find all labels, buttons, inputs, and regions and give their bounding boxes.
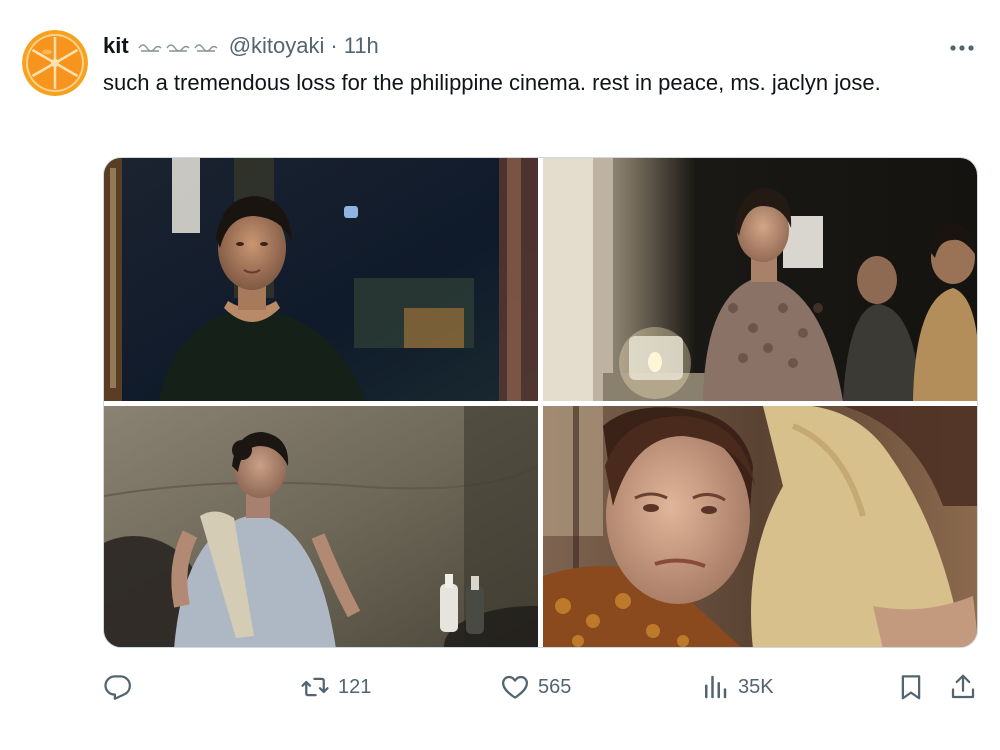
views-icon: [705, 675, 727, 699]
avatar[interactable]: [22, 30, 88, 96]
separator-dot: ·: [330, 33, 338, 58]
views-count: 35K: [738, 675, 774, 698]
reply-icon: [104, 675, 131, 700]
bookmark-button[interactable]: [896, 667, 926, 707]
like-count: 565: [538, 675, 572, 698]
tweet-text: such a tremendous loss for the philippin…: [103, 70, 881, 95]
share-icon: [951, 674, 975, 699]
photo-1[interactable]: [104, 158, 538, 401]
film-still-woman-candle-group-icon: [543, 158, 977, 401]
more-options-button[interactable]: [942, 34, 982, 62]
display-name[interactable]: kit: [103, 33, 129, 59]
heart-icon: [502, 675, 528, 699]
bookmark-icon: [901, 675, 921, 700]
photo-3[interactable]: [104, 406, 538, 647]
film-still-woman-night-street-icon: [104, 158, 538, 401]
timestamp[interactable]: 11h: [344, 33, 379, 59]
film-still-woman-embrace-icon: [543, 406, 977, 647]
retweet-icon: [301, 677, 329, 697]
media-grid: [103, 157, 978, 648]
film-still-woman-apron-room-icon: [104, 406, 538, 647]
photo-2[interactable]: [543, 158, 977, 401]
more-dots-icon: [950, 45, 974, 51]
wave-flourish-icon: [137, 36, 219, 56]
like-button[interactable]: 565: [500, 667, 571, 707]
author-handle[interactable]: @kitoyaki: [229, 33, 325, 59]
share-button[interactable]: [948, 667, 978, 707]
action-bar: 121 565 35K: [103, 667, 983, 707]
views-button[interactable]: 35K: [700, 667, 774, 707]
retweet-count: 121: [338, 675, 372, 698]
retweet-button[interactable]: 121: [300, 667, 371, 707]
tweet-header: kit @kitoyaki · 11h: [103, 30, 379, 62]
reply-button[interactable]: [103, 667, 141, 707]
orange-slice-avatar-icon: [22, 30, 88, 96]
tweet-card: kit @kitoyaki · 11h such a tremendous lo…: [0, 0, 1000, 750]
photo-4[interactable]: [543, 406, 977, 647]
